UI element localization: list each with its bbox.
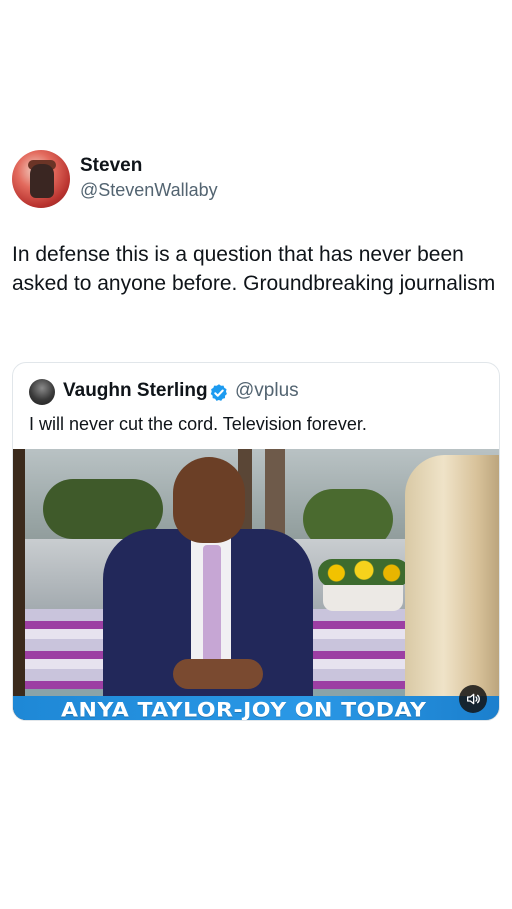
quoted-author-avatar[interactable]	[29, 379, 55, 405]
video-flowers	[318, 559, 410, 587]
video-guest-hair	[405, 455, 499, 720]
quoted-author-handle[interactable]: @vplus	[235, 380, 299, 402]
video-banner-text: ANYA TAYLOR-JOY ON TODAY	[61, 699, 427, 721]
video-planter	[323, 585, 403, 611]
video-left-edge	[13, 449, 25, 720]
avatar-figure	[30, 164, 54, 198]
quoted-tweet-card[interactable]: Vaughn Sterling @vplus I will never cut …	[12, 362, 500, 721]
speaker-icon	[467, 693, 480, 705]
tweet-text: In defense this is a question that has n…	[12, 243, 496, 295]
verified-badge-icon	[210, 384, 227, 401]
mute-toggle-button[interactable]	[459, 685, 487, 713]
video-host-hands	[173, 659, 263, 689]
author-avatar[interactable]	[12, 150, 70, 208]
video-player[interactable]: ANYA TAYLOR-JOY ON TODAY	[13, 449, 499, 721]
tweet: Steven @StevenWallaby In defense this is…	[0, 0, 512, 909]
author-handle[interactable]: @StevenWallaby	[80, 180, 218, 201]
video-host-head	[173, 457, 245, 543]
video-lower-third: ANYA TAYLOR-JOY ON TODAY	[13, 696, 499, 721]
quoted-tweet-text: I will never cut the cord. Television fo…	[29, 414, 367, 434]
video-host-tie	[203, 545, 221, 670]
author-name[interactable]: Steven	[80, 155, 142, 177]
quoted-author-name[interactable]: Vaughn Sterling	[63, 380, 208, 402]
